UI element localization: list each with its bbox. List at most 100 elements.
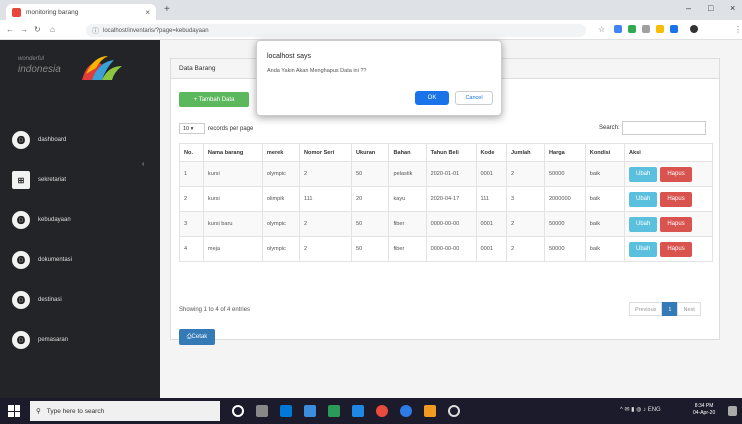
table-row: 4 meja olympic 2 50 fiber 0000-00-00 0001 2 50000… [179, 236, 713, 262]
sidebar-item-label: destinasi [38, 297, 62, 303]
print-button[interactable]: ⎙Cetak [179, 329, 215, 345]
home-icon[interactable]: ⌂ [50, 25, 55, 34]
collapse-icon[interactable]: ‹ [142, 161, 144, 168]
table-cell: kursi [202, 161, 263, 187]
sidebar: wonderful indonesia 🅓 dashboard ⊞ sekret… [0, 40, 160, 398]
minimize-button[interactable]: – [686, 3, 691, 13]
table-cell: baik [584, 211, 626, 237]
sidebar-item-sekretariat[interactable]: ⊞ sekretariat [0, 168, 160, 192]
delete-button[interactable]: Hapus [660, 216, 692, 232]
records-per-page-select[interactable]: 10 ▾ [179, 123, 205, 134]
column-header[interactable]: Tahun Beli [425, 143, 477, 162]
profile-avatar[interactable] [690, 25, 698, 33]
table-cell: olympic [261, 211, 301, 237]
reload-icon[interactable]: ↻ [34, 25, 41, 34]
column-header[interactable]: No. [179, 143, 204, 162]
forward-icon[interactable]: → [20, 25, 28, 34]
table-cell: 111 [299, 186, 352, 212]
app-icon[interactable] [328, 405, 340, 417]
edit-button[interactable]: Ubah [629, 191, 658, 207]
logo-bird-icon [82, 56, 122, 80]
windows-start-icon[interactable] [8, 405, 20, 417]
app-icon[interactable] [280, 405, 292, 417]
app-icon[interactable] [304, 405, 316, 417]
menu-icon[interactable]: ⋮ [734, 25, 742, 34]
extension-icon[interactable] [642, 25, 650, 33]
dialog-message: Anda Yakin Akan Menghapus Data ini ?? [267, 68, 367, 74]
delete-button[interactable]: Hapus [660, 166, 692, 182]
maximize-button[interactable]: □ [708, 3, 713, 13]
table-cell: kayu [388, 186, 427, 212]
table-cell: 20 [350, 186, 390, 212]
site-info-icon[interactable]: ⓘ [92, 26, 99, 36]
actions-cell: Ubah Hapus [624, 236, 713, 262]
taskbar: ⚲ Type here to search ^ ✉ ▮ ◍ ♪ ENG 8:34… [0, 398, 742, 424]
extension-icon[interactable] [614, 25, 622, 33]
column-header[interactable]: Kondisi [584, 143, 626, 162]
column-header[interactable]: Harga [543, 143, 586, 162]
sidebar-item-label: dokumentasi [38, 257, 73, 263]
table-cell: pelastik [388, 161, 427, 187]
system-tray-icons[interactable]: ^ ✉ ▮ ◍ ♪ ENG [620, 406, 661, 413]
sidebar-item-pemasaran[interactable]: 🅓 pemasaran [0, 328, 160, 352]
extension-icon[interactable] [656, 25, 664, 33]
edit-button[interactable]: Ubah [629, 241, 658, 257]
dialog-cancel-button[interactable]: Cancel [455, 91, 493, 105]
column-header[interactable]: Kode [475, 143, 507, 162]
cortana-icon[interactable] [232, 405, 244, 417]
page-1-button[interactable]: 1 [662, 302, 678, 316]
browser-tab[interactable]: monitoring barang × [6, 4, 156, 20]
logo: wonderful indonesia [16, 50, 136, 88]
column-header[interactable]: merek [261, 143, 301, 162]
table-row: 2 kursi olimpik 111 20 kayu 2020-04-17 111 3 2000… [179, 186, 713, 212]
dialog-title: localhost says [267, 53, 311, 60]
column-header[interactable]: Jumlah [506, 143, 545, 162]
edit-button[interactable]: Ubah [629, 216, 658, 232]
table-cell: olympic [261, 161, 301, 187]
chrome-icon[interactable] [376, 405, 388, 417]
address-bar[interactable]: ⓘ localhost/inventaris/?page=kebudayaan [86, 24, 586, 37]
extension-icon[interactable] [628, 25, 636, 33]
table-cell: 50000 [543, 161, 586, 187]
delete-button[interactable]: Hapus [660, 191, 692, 207]
vscode-icon[interactable] [352, 405, 364, 417]
table-cell: kursi baru [202, 211, 263, 237]
sidebar-item-destinasi[interactable]: 🅓 destinasi [0, 288, 160, 312]
column-header[interactable]: Nomor Seri [299, 143, 352, 162]
edit-button[interactable]: Ubah [629, 166, 658, 182]
dialog-ok-button[interactable]: OK [415, 91, 449, 105]
column-header[interactable]: Aksi [624, 143, 713, 162]
sidebar-item-dashboard[interactable]: 🅓 dashboard [0, 128, 160, 152]
previous-page-button[interactable]: Previous [629, 302, 663, 316]
column-header[interactable]: Bahan [388, 143, 427, 162]
task-view-icon[interactable] [256, 405, 268, 417]
extension-icon[interactable] [670, 25, 678, 33]
search-input[interactable] [621, 121, 706, 135]
clock[interactable]: 8:34 PM 04-Apr-20 [693, 403, 715, 417]
back-icon[interactable]: ← [6, 25, 14, 34]
table-cell: 4 [179, 236, 204, 262]
column-header[interactable]: Ukuran [350, 143, 390, 162]
table-cell: 2 [506, 236, 545, 262]
close-window-button[interactable]: × [730, 3, 735, 13]
next-page-button[interactable]: Next [677, 302, 701, 316]
table-cell: 111 [475, 186, 507, 212]
bookmark-star-icon[interactable]: ☆ [598, 25, 605, 34]
new-tab-button[interactable]: + [164, 4, 170, 15]
table-row: 1 kursi olympic 2 50 pelastik 2020-01-01 0001 2 5… [179, 161, 713, 187]
delete-button[interactable]: Hapus [660, 241, 692, 257]
sidebar-item-dokumentasi[interactable]: 🅓 dokumentasi [0, 248, 160, 272]
sidebar-item-kebudayaan[interactable]: 🅓 kebudayaan [0, 208, 160, 232]
app-icon[interactable] [448, 405, 460, 417]
dashboard-icon: 🅓 [12, 211, 30, 229]
add-data-button[interactable]: + Tambah Data [179, 92, 249, 107]
entries-info: Showing 1 to 4 of 4 entries [179, 307, 251, 313]
taskbar-search-input[interactable]: ⚲ Type here to search [30, 401, 220, 421]
close-tab-icon[interactable]: × [145, 8, 150, 17]
column-header[interactable]: Nama barang [202, 143, 263, 162]
app-icon[interactable] [424, 405, 436, 417]
app-icon[interactable] [400, 405, 412, 417]
notification-icon[interactable] [728, 406, 737, 416]
logo-text: indonesia [18, 64, 61, 75]
dashboard-icon: 🅓 [12, 331, 30, 349]
